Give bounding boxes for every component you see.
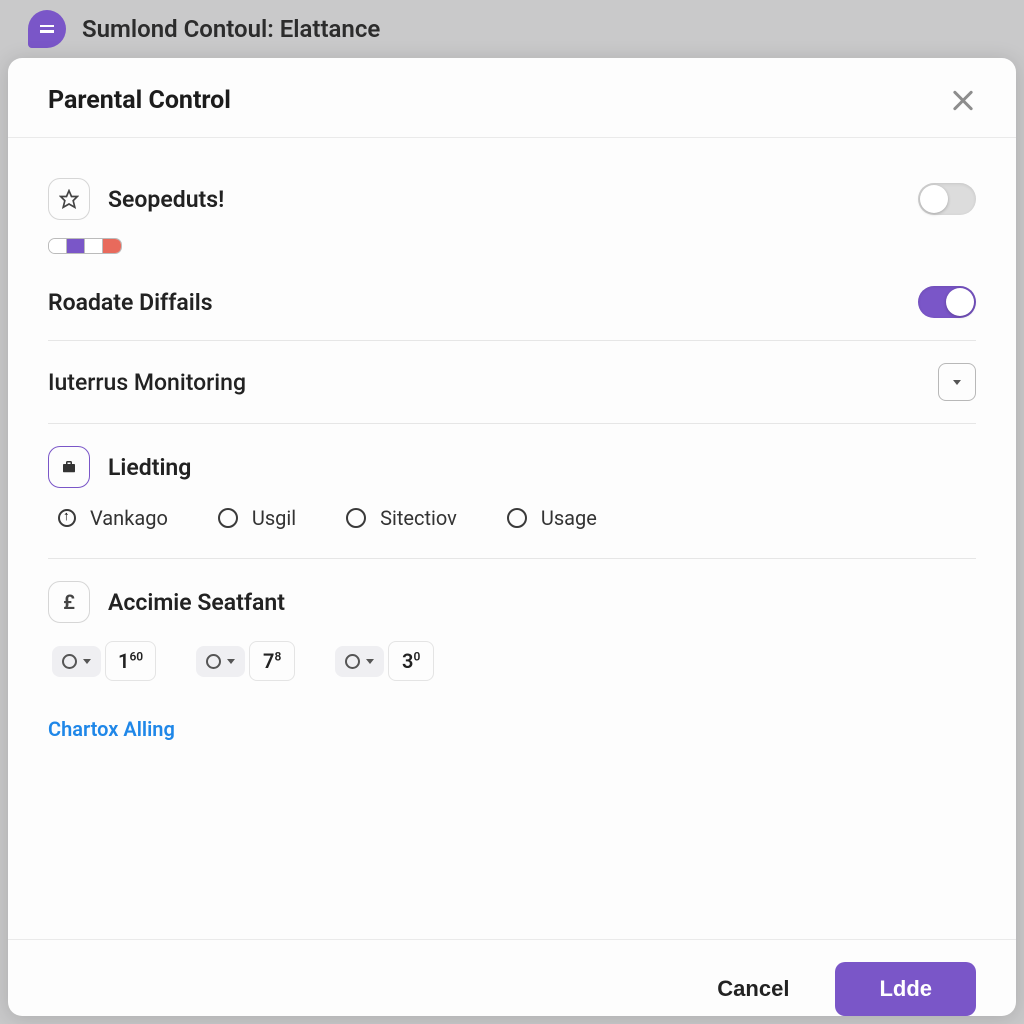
titlebar-text: Sumlond Contoul: Elattance: [82, 15, 380, 43]
briefcase-icon: [48, 446, 90, 488]
monitoring-dropdown[interactable]: [938, 363, 976, 401]
accimie-values: 160 78 30: [48, 627, 976, 695]
row-seopeduts: Seopeduts!: [48, 166, 976, 232]
star-icon: [48, 178, 90, 220]
app-logo-icon: [28, 10, 66, 48]
row-monitoring: Iuterrus Monitoring: [48, 351, 976, 413]
monitoring-label: Iuterrus Monitoring: [48, 369, 246, 396]
sheet-header: Parental Control: [8, 58, 1016, 138]
color-cell-1[interactable]: [49, 239, 67, 253]
value-group-2: 78: [196, 641, 295, 681]
roadate-toggle[interactable]: [918, 286, 976, 318]
row-accimie: £ Accimie Seatfant: [48, 569, 976, 627]
app-window: Sumlond Contoul: Elattance Parental Cont…: [0, 0, 1024, 1024]
chevron-down-icon: [953, 380, 961, 385]
currency-icon: £: [48, 581, 90, 623]
value-dropdown-3[interactable]: [335, 646, 384, 677]
value-display-3: 30: [388, 641, 434, 681]
color-cell-2[interactable]: [67, 239, 85, 253]
dialog-sheet: Parental Control Seopeduts!: [8, 58, 1016, 1016]
color-cell-4[interactable]: [103, 239, 121, 253]
radio-usgil[interactable]: Usgil: [218, 506, 296, 530]
value-group-3: 30: [335, 641, 434, 681]
divider: [48, 340, 976, 341]
sheet-body: Seopeduts! Roadate Diffails Iuterrus Mon…: [8, 138, 1016, 939]
color-strip[interactable]: [48, 238, 122, 254]
seopeduts-toggle[interactable]: [918, 183, 976, 215]
primary-button[interactable]: Ldde: [835, 962, 976, 1016]
titlebar: Sumlond Contoul: Elattance: [0, 0, 1024, 58]
value-display-2: 78: [249, 641, 295, 681]
color-cell-3[interactable]: [85, 239, 103, 253]
close-icon[interactable]: [950, 88, 976, 114]
value-dropdown-2[interactable]: [196, 646, 245, 677]
divider: [48, 423, 976, 424]
divider: [48, 558, 976, 559]
liedting-label: Liedting: [108, 454, 191, 481]
radio-usage[interactable]: Usage: [507, 506, 597, 530]
row-roadate: Roadate Diffails: [48, 274, 976, 330]
chartox-link[interactable]: Chartox Alling: [48, 695, 976, 753]
row-liedting: Liedting: [48, 434, 976, 492]
radio-sitectiov[interactable]: Sitectiov: [346, 506, 457, 530]
cancel-button[interactable]: Cancel: [699, 964, 807, 1014]
radio-vankago[interactable]: ↑ Vankago: [58, 506, 168, 530]
seopeduts-label: Seopeduts!: [108, 186, 224, 213]
value-dropdown-1[interactable]: [52, 646, 101, 677]
sheet-footer: Cancel Ldde: [8, 939, 1016, 1016]
value-display-1: 160: [105, 641, 156, 681]
value-group-1: 160: [52, 641, 156, 681]
liedting-radio-group: ↑ Vankago Usgil Sitectiov Usage: [48, 492, 976, 548]
accimie-label: Accimie Seatfant: [108, 589, 285, 616]
roadate-label: Roadate Diffails: [48, 289, 213, 316]
sheet-title: Parental Control: [48, 86, 231, 115]
